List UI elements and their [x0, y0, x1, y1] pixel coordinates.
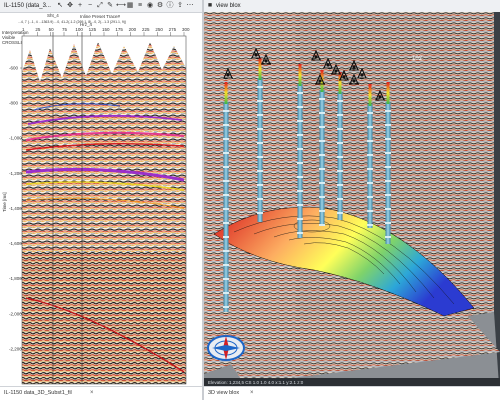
well-bore[interactable]	[367, 84, 373, 228]
y-axis: -600 -800 -1,000 -1,200 -1,400 -1,600 -1,800 -2…	[9, 66, 22, 352]
compass-icon[interactable]	[207, 335, 245, 361]
zoom-in-icon[interactable]: +	[76, 2, 84, 10]
y-tick-label: -1,400	[9, 206, 22, 211]
x-tick-label: 250	[155, 27, 163, 32]
well-marker-a: Sht_4	[47, 13, 59, 18]
right-tab-bar: 3D view blox ×	[204, 386, 500, 400]
x-tick-label: 150	[102, 27, 110, 32]
well-bore[interactable]	[337, 72, 343, 220]
well-bore[interactable]	[319, 70, 325, 226]
3d-view-window: ■ view blox 102 Elevation: 1,234,5 CS 1.…	[204, 0, 500, 400]
seismic-section-canvas[interactable]: Inline Preset Trace# ...4, 7 (...1, 4 ..…	[0, 12, 203, 400]
x-tick-label: 300	[182, 27, 190, 32]
y-tick-label: -1,600	[9, 241, 22, 246]
pointer-icon[interactable]: ↖	[56, 2, 64, 10]
inline-number-label: 102	[412, 56, 423, 62]
right-window-title: view blox	[216, 3, 241, 9]
x-axis: 1 25 50 75 100 125 150 175 200 225 250 275 300	[22, 27, 190, 36]
y-tick-label: -1,200	[9, 171, 22, 176]
3d-view-canvas[interactable]: 102 Elevation: 1,234,5 CS 1.0 1.0 4.0 x:…	[204, 12, 500, 400]
well-bore[interactable]	[385, 82, 391, 244]
x-tick-label: 225	[142, 27, 150, 32]
y-tick-label: -2,200	[9, 346, 22, 351]
well-bore[interactable]	[297, 64, 303, 238]
left-window-title: IL-1150 (data_3...	[4, 3, 51, 9]
y-tick-label: -1,800	[9, 276, 22, 281]
tab-3d-view[interactable]: 3D view blox	[208, 390, 239, 396]
grid-icon[interactable]: ▦	[126, 2, 134, 10]
seismic-data	[21, 32, 187, 385]
info-icon[interactable]: ⓘ	[166, 2, 174, 10]
well-bore[interactable]	[223, 82, 229, 312]
x-tick-label: 25	[35, 27, 41, 32]
status-text: Elevation: 1,234,5 CS 1.0 1.0 4.0 x:1.1 …	[208, 380, 304, 385]
layers-icon[interactable]: ≡	[136, 2, 144, 10]
close-icon[interactable]: ×	[90, 390, 94, 396]
x-tick-label: 175	[115, 27, 123, 32]
zoom-out-icon[interactable]: −	[86, 2, 94, 10]
x-tick-label: 200	[129, 27, 137, 32]
y-tick-label: -2,000	[9, 311, 22, 316]
more-icon[interactable]: ⋯	[186, 2, 194, 10]
export-icon[interactable]: ⇪	[176, 2, 184, 10]
view-icon: ■	[207, 2, 213, 9]
seismic-section-window: IL-1150 (data_3... ↖ ✥ + − ⤢ ✎ ⟷ ▦ ≡ ◉ ⚙…	[0, 0, 203, 400]
x-tick-label: 275	[169, 27, 177, 32]
y-tick-label: -800	[9, 101, 19, 106]
y-axis-label: Time [ms]	[2, 192, 7, 212]
x-tick-label: 50	[49, 27, 55, 32]
x-tick-label: 125	[89, 27, 97, 32]
x-tick-label: 75	[62, 27, 68, 32]
y-tick-label: -600	[9, 66, 19, 71]
y-tick-label: -1,000	[9, 136, 22, 141]
pick-icon[interactable]: ✎	[106, 2, 114, 10]
close-icon[interactable]: ×	[250, 390, 254, 396]
section-header-line1: Inline Preset Trace#	[80, 14, 121, 19]
fit-icon[interactable]: ⤢	[96, 2, 104, 10]
settings-icon[interactable]: ⚙	[156, 2, 164, 10]
tab-seismic-section[interactable]: IL-1150 data_3D_Subst1_fil	[4, 390, 72, 396]
pan-icon[interactable]: ✥	[66, 2, 74, 10]
left-tab-bar: IL-1150 data_3D_Subst1_fil ×	[0, 386, 203, 400]
well-bore[interactable]	[257, 58, 263, 222]
measure-icon[interactable]: ⟷	[116, 2, 126, 10]
snapshot-icon[interactable]: ◉	[146, 2, 154, 10]
x-tick-label: 100	[75, 27, 83, 32]
section-header-line2: ...4, 7 (...1, 4 ...1363.9) ...0, 41-2(-…	[18, 20, 126, 24]
